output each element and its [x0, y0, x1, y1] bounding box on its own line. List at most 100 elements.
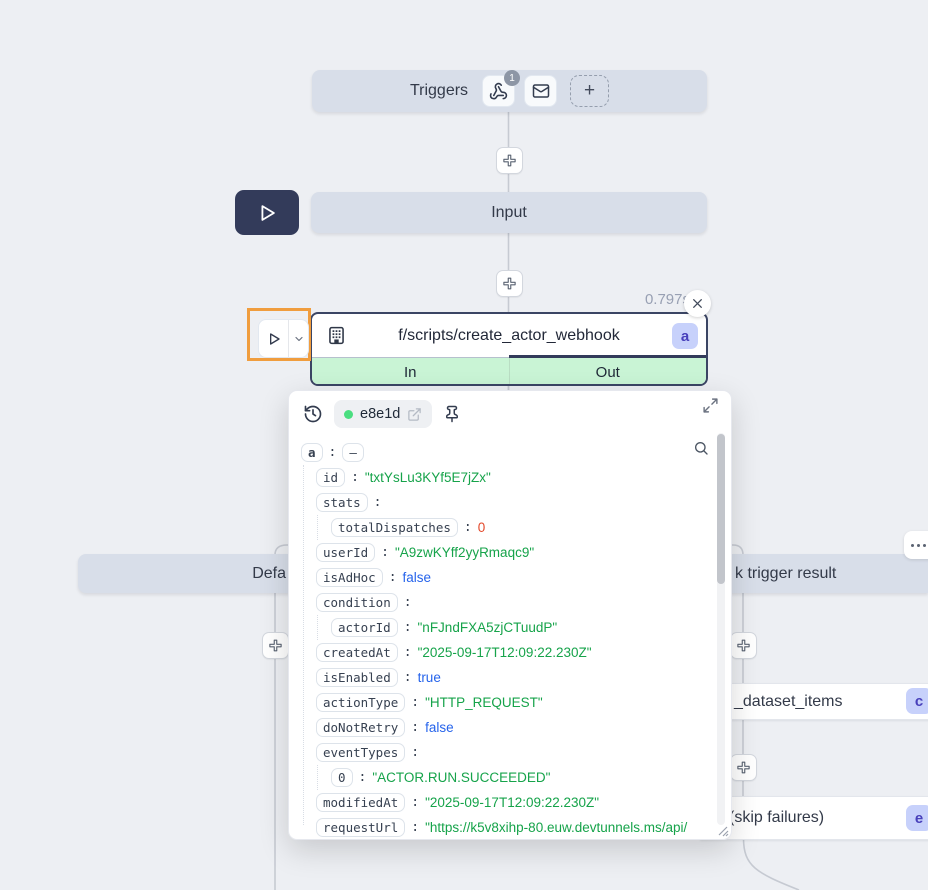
step-id-badge[interactable]: e	[906, 805, 928, 831]
branch-default-label: Defa	[252, 565, 286, 583]
pin-icon[interactable]	[443, 405, 461, 423]
json-row: a:–	[301, 440, 705, 465]
node-menu-button[interactable]	[904, 531, 928, 559]
branch-check-trigger-node[interactable]: k trigger result	[700, 554, 928, 593]
skip-failures-node[interactable]: (skip failures) e	[700, 796, 928, 840]
email-trigger-button[interactable]	[524, 75, 557, 107]
json-key[interactable]: createdAt	[316, 643, 398, 662]
json-key[interactable]: 0	[331, 768, 353, 787]
json-key[interactable]: condition	[316, 593, 398, 612]
flow-canvas[interactable]: Triggers 1 + Input 0.797s	[0, 0, 928, 890]
add-trigger-button[interactable]: +	[570, 75, 609, 107]
json-key[interactable]: stats	[316, 493, 368, 512]
json-key[interactable]: totalDispatches	[331, 518, 458, 537]
json-colon: :	[404, 595, 412, 610]
json-colon: :	[411, 795, 419, 810]
json-colon: :	[389, 570, 397, 585]
json-key[interactable]: actorId	[331, 618, 398, 637]
json-row: eventTypes:	[301, 740, 705, 765]
json-colon: :	[464, 520, 472, 535]
json-value: "nFJndFXA5zjCTuudP"	[418, 620, 558, 635]
dataset-items-node[interactable]: _dataset_items c	[700, 683, 928, 720]
json-result-viewer: a:–id:"txtYsLu3KYf5E7jZx"stats:totalDisp…	[301, 440, 705, 839]
run-id-pill[interactable]: e8e1d	[334, 400, 432, 428]
json-colon: :	[359, 770, 367, 785]
run-status-dot	[344, 410, 353, 419]
json-key[interactable]: actionType	[316, 693, 405, 712]
insert-step-button[interactable]	[730, 632, 757, 659]
close-icon	[691, 297, 704, 310]
triggers-label: Triggers	[410, 82, 468, 100]
close-result-button[interactable]	[684, 290, 711, 317]
json-colon: :	[404, 645, 412, 660]
triggers-node[interactable]: Triggers 1 +	[312, 70, 707, 112]
json-colon: :	[411, 695, 419, 710]
json-row: isAdHoc: false	[301, 565, 705, 590]
tab-in[interactable]: In	[312, 358, 510, 386]
history-icon[interactable]	[303, 404, 323, 424]
json-value: false	[403, 570, 432, 585]
mail-icon	[532, 82, 550, 100]
result-popup: e8e1d a:–id:"txtYsLu3KYf5E7jZx"stats:tot…	[288, 390, 732, 840]
branch-check-trigger-label: k trigger result	[735, 565, 836, 583]
json-colon: :	[404, 670, 412, 685]
insert-step-button[interactable]	[262, 632, 289, 659]
run-step-split-button[interactable]	[258, 319, 309, 358]
json-colon: :	[411, 720, 419, 735]
json-row: doNotRetry:false	[301, 715, 705, 740]
json-key[interactable]: isEnabled	[316, 668, 398, 687]
json-key[interactable]: id	[316, 468, 345, 487]
json-row: condition:	[301, 590, 705, 615]
step-id-badge[interactable]: c	[906, 688, 928, 714]
json-row: userId:"A9zwKYff2yyRmaqc9"	[301, 540, 705, 565]
json-row: isEnabled: true	[301, 665, 705, 690]
json-row: modifiedAt:"2025-09-17T12:09:22.230Z"	[301, 790, 705, 815]
branch-default-node[interactable]: Defa	[78, 554, 290, 593]
plus-icon	[268, 638, 283, 653]
json-key[interactable]: modifiedAt	[316, 793, 405, 812]
run-flow-button[interactable]	[235, 190, 299, 235]
json-key[interactable]: userId	[316, 543, 375, 562]
active-tab-indicator	[509, 355, 706, 358]
plus-glyph: +	[584, 80, 595, 102]
insert-step-button[interactable]	[496, 270, 523, 297]
json-row: actionType: "HTTP_REQUEST"	[301, 690, 705, 715]
webhook-trigger-button[interactable]: 1	[482, 75, 515, 107]
run-step-button[interactable]	[259, 320, 289, 357]
json-row: stats:	[301, 490, 705, 515]
insert-step-button[interactable]	[496, 147, 523, 174]
popup-resize-handle[interactable]	[715, 823, 729, 837]
json-colon: :	[411, 745, 419, 760]
json-value: "2025-09-17T12:09:22.230Z"	[418, 645, 592, 660]
input-node[interactable]: Input	[311, 192, 707, 233]
json-key[interactable]: doNotRetry	[316, 718, 405, 737]
json-key[interactable]: eventTypes	[316, 743, 405, 762]
json-key[interactable]: isAdHoc	[316, 568, 383, 587]
popup-scrollbar-thumb[interactable]	[717, 434, 725, 584]
webhook-icon	[489, 82, 508, 101]
expand-popup-button[interactable]	[702, 397, 719, 414]
resize-grip-icon	[715, 823, 729, 837]
json-value: "A9zwKYff2yyRmaqc9"	[395, 545, 534, 560]
json-row: requestUrl:"https://k5v8xihp-80.euw.devt…	[301, 815, 705, 839]
run-options-button[interactable]	[289, 320, 308, 357]
json-key[interactable]: requestUrl	[316, 818, 405, 837]
input-label: Input	[491, 204, 527, 222]
tab-out[interactable]: Out	[510, 358, 707, 386]
plus-icon	[502, 153, 517, 168]
external-link-icon[interactable]	[407, 407, 422, 422]
json-key[interactable]: a	[301, 443, 323, 462]
insert-step-button[interactable]	[730, 754, 757, 781]
json-value: "HTTP_REQUEST"	[425, 695, 543, 710]
json-row: 0:"ACTOR.RUN.SUCCEEDED"	[301, 765, 705, 790]
json-colon: :	[329, 445, 337, 460]
json-row: id:"txtYsLu3KYf5E7jZx"	[301, 465, 705, 490]
json-value: true	[418, 670, 441, 685]
chevron-down-icon	[293, 333, 305, 345]
step-run-focus-box	[247, 308, 311, 361]
step-id-badge[interactable]: a	[672, 323, 698, 349]
script-step-node[interactable]: f/scripts/create_actor_webhook a In Out	[310, 312, 708, 386]
json-colon: :	[374, 495, 382, 510]
json-collapse-button[interactable]: –	[342, 443, 364, 462]
plus-icon	[736, 638, 751, 653]
